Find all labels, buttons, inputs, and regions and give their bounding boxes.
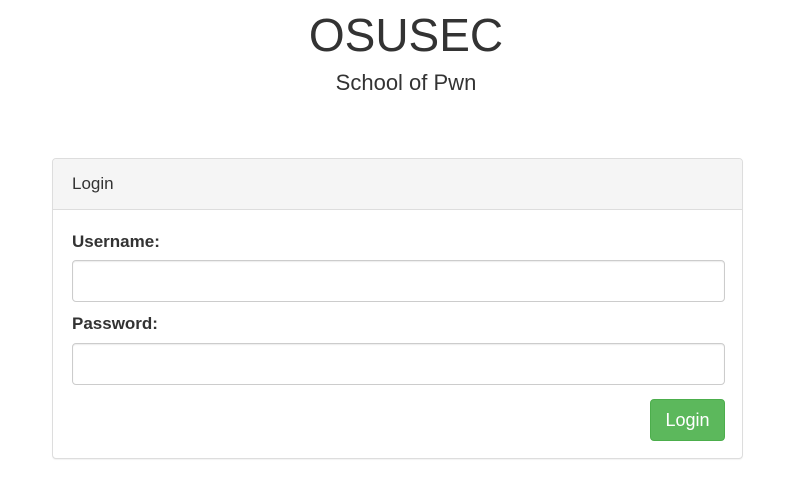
site-title: OSUSEC — [308, 9, 504, 61]
login-panel: Login Username: Password: Login — [52, 158, 743, 459]
login-page: OSUSEC School of Pwn Login Username: Pas… — [0, 0, 812, 485]
username-input[interactable] — [72, 260, 725, 302]
password-input[interactable] — [72, 343, 725, 385]
login-button[interactable]: Login — [650, 399, 725, 441]
site-subtitle: School of Pwn — [335, 70, 477, 95]
username-label: Username: — [72, 232, 160, 251]
login-panel-heading: Login — [53, 159, 742, 210]
password-label: Password: — [72, 314, 158, 333]
